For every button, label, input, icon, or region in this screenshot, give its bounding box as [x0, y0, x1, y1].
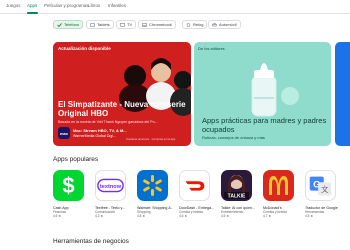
nav-games[interactable]: Juegos [6, 3, 21, 8]
app-rating: 4.5 ★ [305, 214, 314, 218]
tv-icon [120, 22, 125, 27]
app-rating: 4.6 ★ [179, 214, 188, 218]
max-app-icon: max [58, 127, 70, 139]
app-card[interactable]: G 文 Traductor de Google Herramientas 4.5… [305, 170, 341, 218]
doordash-icon [179, 170, 210, 201]
featured-subtitle: Rutinas, consejos de crianza y más [202, 135, 265, 140]
update-badge: Actualización disponible [58, 46, 111, 51]
section-title-business: Herramientas de negocios [53, 238, 129, 245]
nav-apps[interactable]: Apps [27, 3, 37, 8]
chip-label: Chromebook [149, 22, 172, 27]
walmart-icon [137, 170, 168, 201]
check-icon [57, 22, 62, 27]
section-title-popular: Apps populares [53, 156, 99, 163]
active-tab-indicator [27, 12, 38, 14]
app-rating: 4.3 ★ [95, 214, 104, 218]
laptop-icon [142, 22, 147, 27]
car-icon [212, 22, 217, 27]
featured-title: El Simpatizante - Nueva miniserie Origin… [58, 100, 186, 118]
app-rating: 4.6 ★ [221, 214, 230, 218]
app-rating: 4.8 ★ [137, 214, 146, 218]
app-card[interactable]: TALKIE Talkie: AI con quien... Entreteni… [221, 170, 257, 218]
featured-card-max[interactable]: Actualización disponible El Simpatizante… [53, 42, 191, 146]
chip-label: TV [127, 22, 133, 27]
chip-label: Automóvil [219, 22, 237, 27]
featured-app-note: Contiene anuncios · Compras en la app [126, 137, 176, 141]
svg-text:$: $ [62, 173, 74, 198]
chip-label: Teléfono [64, 22, 80, 27]
app-rating: 4.6 ★ [53, 214, 62, 218]
app-card[interactable]: $ Cash App Finanzas 4.6 ★ [53, 170, 89, 218]
talkie-icon: TALKIE [221, 170, 252, 201]
chip-label: Relog [193, 22, 204, 27]
app-card[interactable]: textnow Textfree - Texto y... Comunicaci… [95, 170, 131, 218]
baby-bottle-artwork [251, 63, 299, 117]
svg-text:TALKIE: TALKIE [228, 194, 246, 200]
chip-watch[interactable]: Relog [182, 20, 208, 29]
featured-title: Apps prácticas para madres y padres ocup… [202, 116, 327, 134]
chip-tablets[interactable]: Tablets [86, 20, 114, 29]
app-card[interactable]: Walmart: Shopping &... Shopping 4.8 ★ [137, 170, 173, 218]
top-nav: Juegos Apps Películas y programas Libros… [0, 0, 350, 14]
featured-description: Basada en la novela de Viet Thanh Nguyen… [58, 120, 158, 124]
svg-text:textnow: textnow [100, 184, 122, 190]
chip-tv[interactable]: TV [116, 20, 137, 29]
nav-kids[interactable]: Infantiles [108, 3, 126, 8]
google-translate-icon: G 文 [305, 170, 336, 201]
featured-app-name: Max: Stream HBO, TV, & M... [73, 128, 127, 133]
cash-app-icon: $ [53, 170, 84, 201]
textnow-icon: textnow [95, 170, 126, 201]
tablet-icon [90, 22, 95, 27]
app-card[interactable]: McDonald's Comida y bebida 4.7 ★ [263, 170, 299, 218]
featured-card-parents[interactable]: De los editores Apps prácticas para madr… [194, 42, 331, 146]
featured-app-row[interactable]: max Max: Stream HBO, TV, & M... WarnerMe… [58, 126, 188, 142]
chip-chromebook[interactable]: Chromebook [138, 20, 176, 29]
app-card[interactable]: DoorDash - Entrega... Comida y bebida 4.… [179, 170, 215, 218]
svg-text:文: 文 [321, 184, 329, 194]
featured-app-developer: WarnerMedia Global Digi... [73, 134, 117, 138]
featured-card-next[interactable] [335, 42, 350, 146]
watch-icon [186, 22, 191, 27]
mcdonalds-icon [263, 170, 294, 201]
nav-movies-shows[interactable]: Películas y programas [44, 3, 89, 8]
chip-label: Tablets [97, 22, 110, 27]
chip-car[interactable]: Automóvil [208, 20, 241, 29]
nav-books[interactable]: Libros [88, 3, 100, 8]
chip-phone[interactable]: Teléfono [53, 20, 84, 29]
editors-badge: De los editores [198, 46, 225, 51]
app-rating: 4.7 ★ [263, 214, 272, 218]
